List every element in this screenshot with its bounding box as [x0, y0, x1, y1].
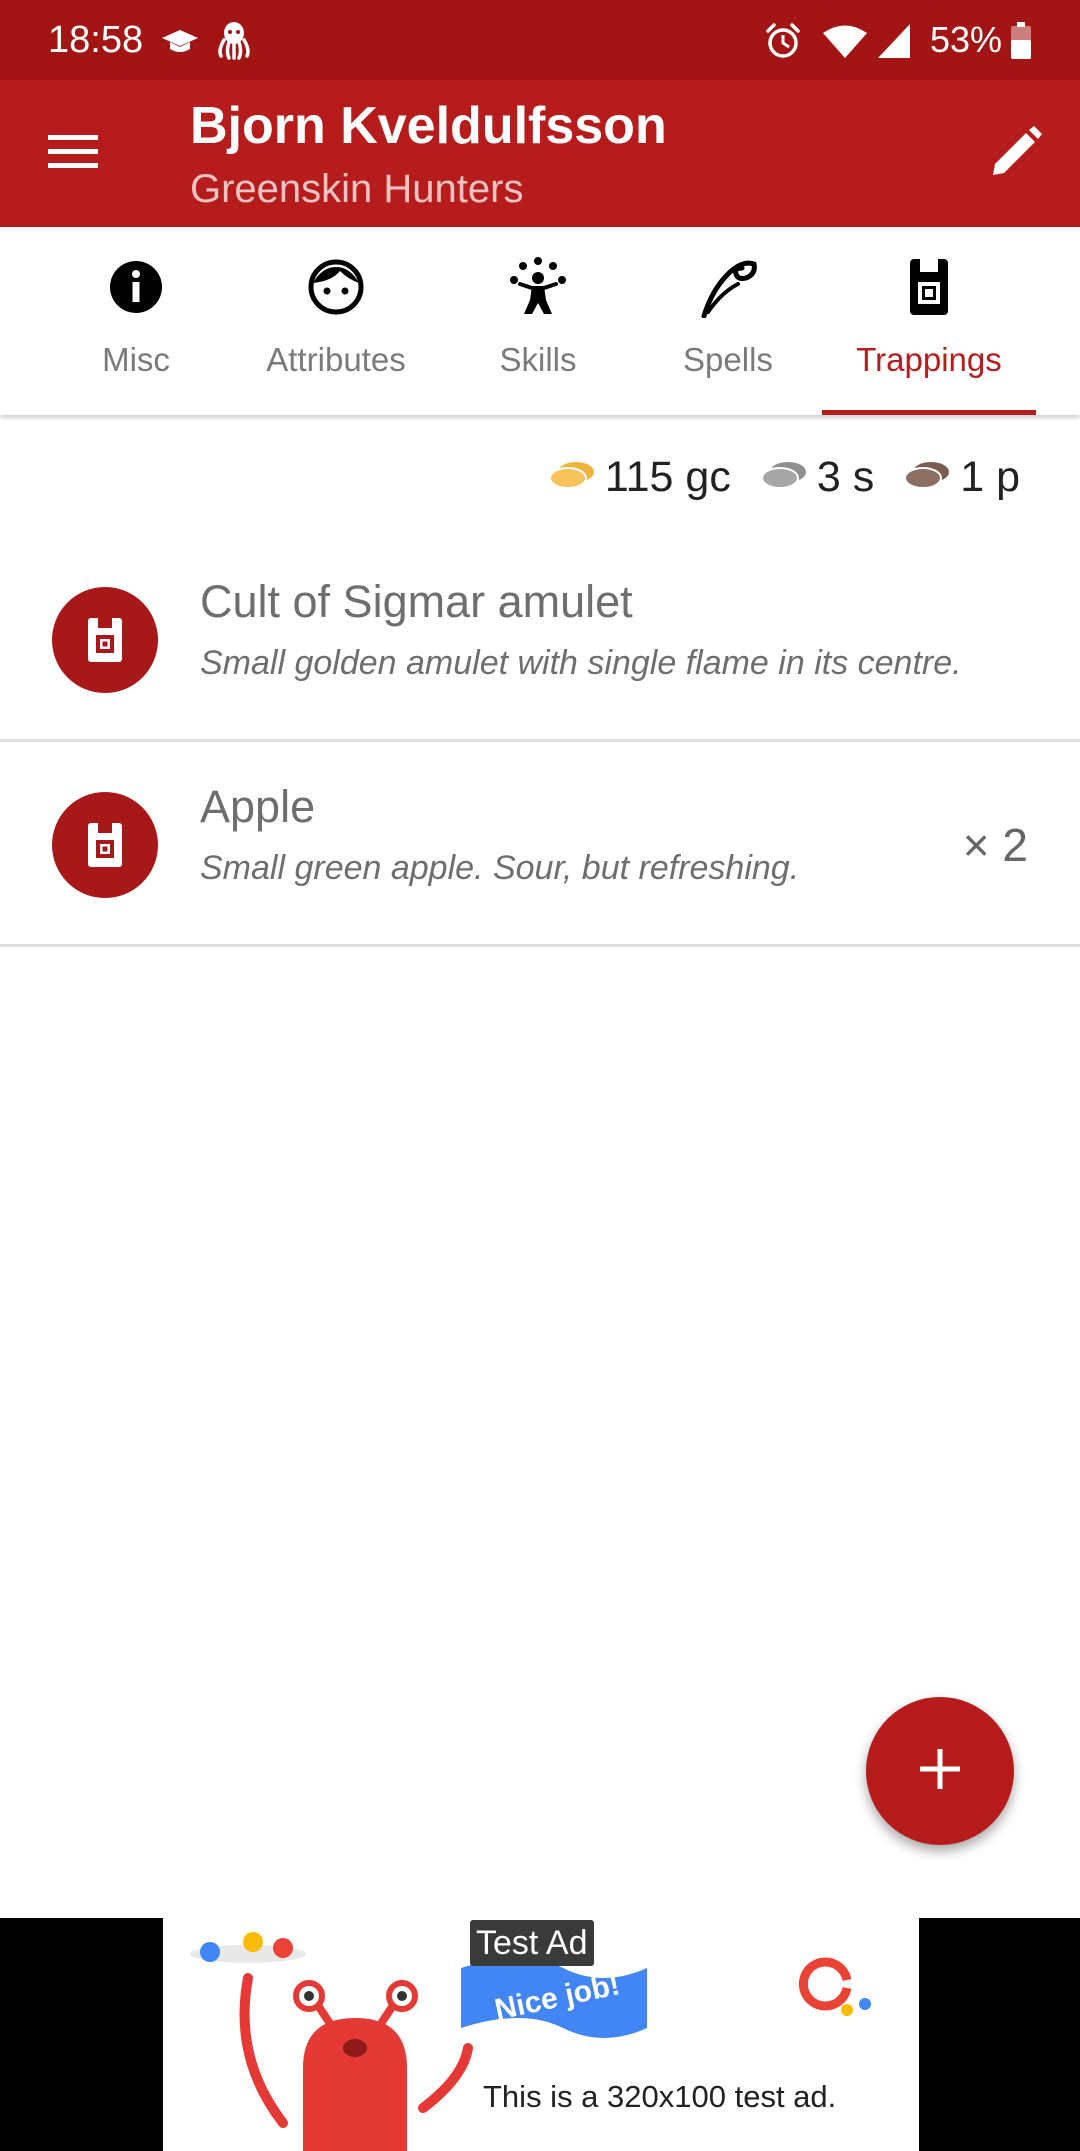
trapping-icon	[52, 792, 158, 898]
plus-icon	[918, 1747, 962, 1796]
edit-pencil-icon	[990, 125, 1042, 183]
menu-icon	[47, 132, 99, 177]
app-bar: Bjorn Kveldulfsson Greenskin Hunters	[0, 80, 1080, 227]
tab-label: Skills	[499, 341, 577, 378]
tab-label: Trappings	[856, 341, 1002, 378]
tab-bar: Misc Attributes Skills Spells Trappings	[0, 227, 1080, 415]
money-summary: 115 gc 3 s 1 p	[548, 452, 1020, 502]
juggler-icon	[506, 255, 570, 319]
tab-label: Misc	[102, 341, 170, 378]
silver-value: 3 s	[816, 452, 875, 501]
item-name: Cult of Sigmar amulet	[200, 576, 633, 627]
add-item-button[interactable]	[866, 1697, 1014, 1845]
edit-button[interactable]	[976, 114, 1056, 194]
item-name: Apple	[200, 781, 316, 832]
status-time: 18:58	[48, 19, 144, 61]
silver-coin-icon	[760, 453, 807, 502]
face-icon	[304, 255, 368, 319]
graduation-cap-icon	[160, 26, 200, 61]
backpack-icon	[897, 255, 961, 319]
battery-icon	[1010, 22, 1032, 65]
signal-icon	[876, 22, 912, 65]
tab-skills[interactable]: Skills	[468, 227, 608, 415]
wifi-icon	[822, 24, 868, 65]
brass-coin-icon	[904, 453, 950, 502]
item-description: Small golden amulet with single flame in…	[200, 644, 962, 682]
character-name: Bjorn Kveldulfsson	[190, 97, 667, 155]
tab-label: Spells	[683, 341, 773, 378]
item-quantity: × 2	[962, 819, 1028, 871]
status-bar: 18:58 53%	[0, 0, 1080, 80]
item-description: Small green apple. Sour, but refreshing.	[200, 849, 800, 887]
alarm-icon	[764, 22, 802, 65]
ad-text: This is a 320x100 test ad.	[483, 2079, 837, 2114]
tab-label: Attributes	[266, 341, 406, 378]
menu-button[interactable]	[28, 114, 118, 194]
ad-strip: Nice job! Test Ad This is a 320x100 test…	[0, 1918, 1080, 2151]
tab-indicator	[822, 410, 1036, 415]
trapping-icon	[52, 587, 158, 693]
quill-icon	[696, 255, 760, 319]
gold-coin-icon	[548, 453, 595, 502]
gold-value: 115 gc	[604, 452, 731, 501]
tab-trappings[interactable]: Trappings	[838, 227, 1020, 415]
battery-percent: 53%	[930, 19, 1003, 60]
list-item[interactable]: Apple Small green apple. Sour, but refre…	[0, 742, 1080, 947]
octopus-icon	[216, 20, 252, 65]
test-ad-label: Test Ad	[470, 1920, 594, 1966]
ad-banner[interactable]: Nice job! Test Ad This is a 320x100 test…	[163, 1918, 919, 2151]
tab-attributes[interactable]: Attributes	[248, 227, 424, 415]
brass-value: 1 p	[960, 452, 1020, 501]
tab-spells[interactable]: Spells	[658, 227, 798, 415]
info-icon	[104, 255, 168, 319]
list-item[interactable]: Cult of Sigmar amulet Small golden amule…	[0, 537, 1080, 742]
party-name: Greenskin Hunters	[190, 167, 524, 211]
tab-misc[interactable]: Misc	[66, 227, 206, 415]
